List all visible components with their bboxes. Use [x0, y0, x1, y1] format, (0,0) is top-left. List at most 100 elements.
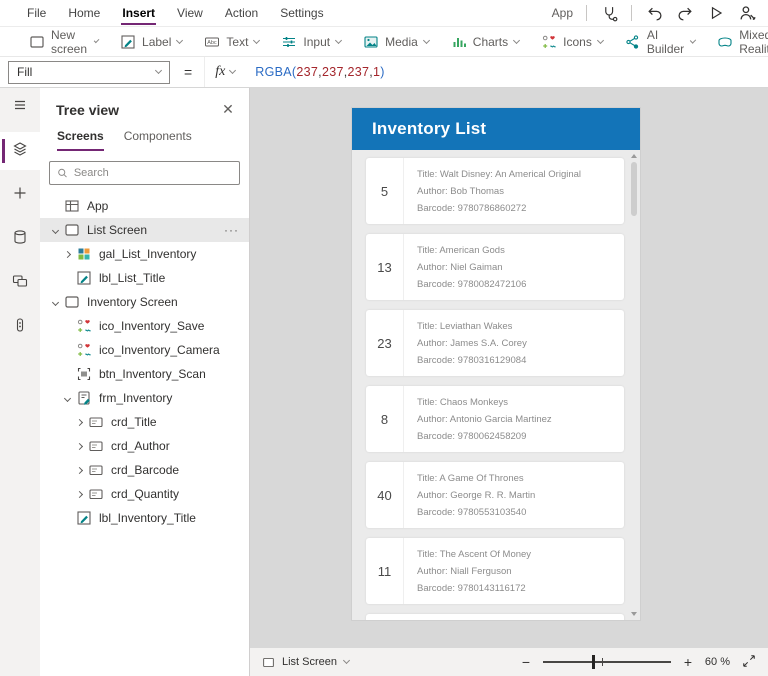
- tree-item-ico_inventory_save[interactable]: ico_Inventory_Save: [40, 314, 249, 338]
- app-title-bar[interactable]: Inventory List: [352, 108, 640, 150]
- ribbon-item-text[interactable]: AbcText: [193, 27, 270, 56]
- tree-item-app[interactable]: App: [40, 194, 249, 218]
- tree-item-label: App: [87, 199, 108, 213]
- menu-item-home[interactable]: Home: [57, 0, 111, 26]
- gallery-scrollbar[interactable]: [629, 150, 639, 620]
- ribbon-item-ai-builder[interactable]: AI Builder: [614, 27, 706, 56]
- property-selector[interactable]: Fill: [8, 61, 170, 84]
- more-options-icon[interactable]: ···: [224, 223, 243, 237]
- chevron-right-icon[interactable]: [72, 420, 86, 425]
- gallery-item[interactable]: 23Title: Leviathan WakesAuthor: James S.…: [366, 310, 624, 376]
- redo-icon[interactable]: [676, 4, 694, 22]
- tree-item-label: List Screen: [87, 223, 147, 237]
- tree-item-crd_title[interactable]: crd_Title: [40, 410, 249, 434]
- chevron-right-icon[interactable]: [72, 468, 86, 473]
- gallery-item[interactable]: 8Title: Chaos MonkeysAuthor: Antonio Gar…: [366, 386, 624, 452]
- tree-item-btn_inventory_scan[interactable]: btn_Inventory_Scan: [40, 362, 249, 386]
- icons-icon: [76, 318, 92, 334]
- item-author: Author: Niel Gaiman: [417, 260, 526, 277]
- play-preview-icon[interactable]: [707, 4, 725, 22]
- tree-item-label: btn_Inventory_Scan: [99, 367, 206, 381]
- scroll-down-icon[interactable]: [631, 612, 637, 616]
- chevron-down-icon: [690, 37, 696, 43]
- ribbon-item-icons[interactable]: Icons: [530, 27, 614, 56]
- menu-item-insert[interactable]: Insert: [111, 0, 166, 26]
- rail-item-tree-view[interactable]: [0, 132, 40, 170]
- menu-item-settings[interactable]: Settings: [269, 0, 334, 26]
- item-quantity: 23: [366, 310, 404, 376]
- menu-item-view[interactable]: View: [166, 0, 214, 26]
- gallery-item[interactable]: 40Title: A Game Of ThronesAuthor: George…: [366, 462, 624, 528]
- tree-item-lbl_inventory_title[interactable]: lbl_Inventory_Title: [40, 506, 249, 530]
- rail-item-advanced-tools[interactable]: [0, 308, 40, 346]
- zoom-slider-handle[interactable]: [592, 655, 595, 669]
- rail-item-data[interactable]: [0, 220, 40, 258]
- screen-selector[interactable]: List Screen: [262, 656, 349, 669]
- tree-item-lbl_list_title[interactable]: lbl_List_Title: [40, 266, 249, 290]
- tab-components[interactable]: Components: [124, 129, 192, 151]
- rail-item-plus[interactable]: [0, 176, 40, 214]
- app-screen-preview[interactable]: Inventory List 5Title: Walt Disney: An A…: [352, 108, 640, 620]
- menu-item-action[interactable]: Action: [214, 0, 269, 26]
- ribbon-item-new-screen[interactable]: New screen: [18, 27, 109, 56]
- undo-icon[interactable]: [645, 4, 663, 22]
- tree-item-ico_inventory_camera[interactable]: ico_Inventory_Camera: [40, 338, 249, 362]
- tab-screens[interactable]: Screens: [57, 129, 104, 151]
- search-input[interactable]: [74, 167, 232, 179]
- tree-item-gal_list_inventory[interactable]: gal_List_Inventory: [40, 242, 249, 266]
- design-canvas[interactable]: Inventory List 5Title: Walt Disney: An A…: [250, 88, 768, 648]
- tree-item-crd_barcode[interactable]: crd_Barcode: [40, 458, 249, 482]
- user-icon[interactable]: [738, 4, 756, 22]
- zoom-slider[interactable]: [543, 655, 671, 669]
- scroll-thumb[interactable]: [631, 162, 637, 216]
- tree-item-frm_inventory[interactable]: frm_Inventory: [40, 386, 249, 410]
- chevron-right-icon[interactable]: [72, 444, 86, 449]
- zoom-in-button[interactable]: +: [681, 654, 695, 670]
- zoom-out-button[interactable]: −: [519, 654, 533, 670]
- item-details: Title: American GodsAuthor: Niel GaimanB…: [404, 234, 530, 300]
- tree-search-box[interactable]: [49, 161, 240, 185]
- item-author: Author: Antonio Garcia Martinez: [417, 412, 552, 429]
- fullscreen-icon[interactable]: [742, 654, 756, 671]
- item-details: Title: Walt Disney: An Americal Original…: [404, 158, 585, 224]
- gallery-item[interactable]: 11Title: The Ascent Of MoneyAuthor: Nial…: [366, 538, 624, 604]
- tree-item-crd_author[interactable]: crd_Author: [40, 434, 249, 458]
- formula-input[interactable]: RGBA(237,237,237,1): [255, 65, 384, 79]
- inventory-gallery[interactable]: 5Title: Walt Disney: An Americal Origina…: [352, 150, 640, 620]
- chevron-down-icon[interactable]: [48, 228, 62, 233]
- data-icon: [12, 229, 28, 250]
- ribbon-item-label[interactable]: Label: [109, 27, 193, 56]
- app-menu-label[interactable]: App: [552, 6, 573, 20]
- ribbon-item-input[interactable]: Input: [270, 27, 352, 56]
- screen-icon: [64, 222, 80, 238]
- item-barcode: Barcode: 9780553103540: [417, 505, 535, 522]
- chevron-down-icon[interactable]: [48, 300, 62, 305]
- chevron-right-icon[interactable]: [60, 252, 74, 257]
- rail-item-media-screens[interactable]: [0, 264, 40, 302]
- app-checker-icon[interactable]: [600, 4, 618, 22]
- tree-view-panel: Tree view ✕ ScreensComponents AppList Sc…: [40, 88, 250, 676]
- ribbon-item-charts[interactable]: Charts: [440, 27, 530, 56]
- rail-item-hamburger[interactable]: [0, 88, 40, 126]
- fx-button[interactable]: fx: [204, 57, 245, 87]
- gallery-item-partial[interactable]: [366, 614, 624, 620]
- ribbon-item-media[interactable]: Media: [352, 27, 440, 56]
- close-icon[interactable]: ✕: [219, 101, 237, 118]
- chevron-right-icon[interactable]: [72, 492, 86, 497]
- form-icon: [76, 390, 92, 406]
- label-icon: [120, 34, 136, 50]
- ribbon-item-label: Charts: [473, 35, 508, 49]
- chevron-down-icon[interactable]: [60, 396, 74, 401]
- menu-item-file[interactable]: File: [16, 0, 57, 26]
- scroll-up-icon[interactable]: [631, 154, 637, 158]
- tree-item-inventory-screen[interactable]: Inventory Screen: [40, 290, 249, 314]
- gallery-item[interactable]: 13Title: American GodsAuthor: Niel Gaima…: [366, 234, 624, 300]
- card-icon: [88, 438, 104, 454]
- tree-item-crd_quantity[interactable]: crd_Quantity: [40, 482, 249, 506]
- item-barcode: Barcode: 9780316129084: [417, 353, 527, 370]
- tree-item-list-screen[interactable]: List Screen ···: [40, 218, 249, 242]
- gallery-item[interactable]: 5Title: Walt Disney: An Americal Origina…: [366, 158, 624, 224]
- ribbon-item-label: Text: [226, 35, 248, 49]
- ribbon-item-mixed-reality[interactable]: Mixed Reality: [706, 27, 768, 56]
- formula-bar: Fill = fx RGBA(237,237,237,1): [0, 57, 768, 88]
